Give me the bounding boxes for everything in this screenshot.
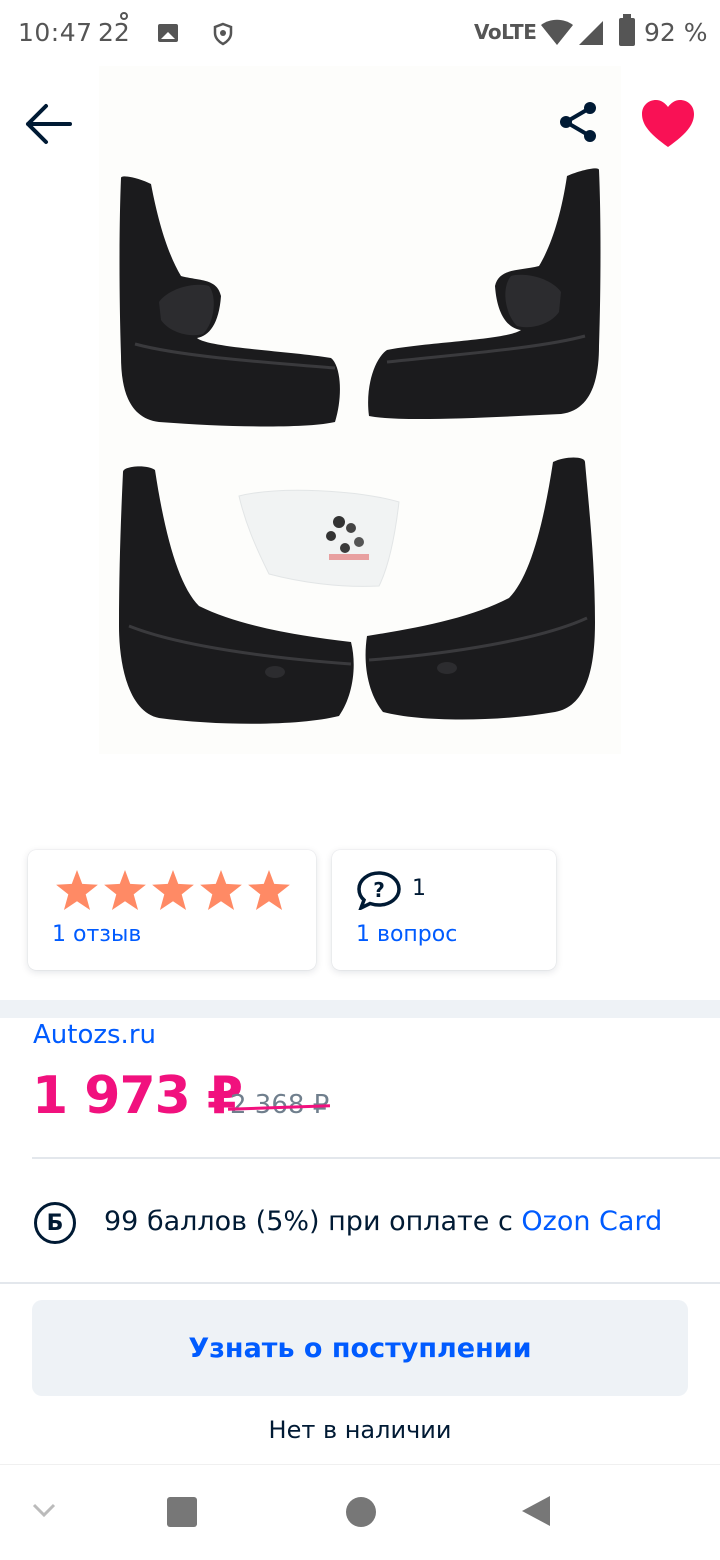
ozon-card-link[interactable]: Ozon Card (521, 1206, 662, 1237)
bonus-text: 99 баллов (5%) при оплате с (104, 1206, 522, 1237)
chevron-down-icon[interactable] (30, 1496, 58, 1524)
mudflaps-illustration (119, 168, 601, 724)
star-icon (56, 870, 98, 910)
nav-back-triangle-icon[interactable] (520, 1494, 552, 1528)
shield-icon (213, 22, 233, 46)
volte-indicator: VoLTE (474, 20, 537, 44)
question-bubble-icon: ? (357, 871, 401, 910)
star-icon (152, 870, 194, 910)
battery-icon (619, 14, 635, 46)
heart-icon (642, 100, 694, 147)
current-price: 1 973 ₽ (32, 1066, 243, 1126)
signal-icon (579, 21, 603, 45)
status-time: 10:47 (18, 18, 93, 47)
notify-when-available-button[interactable]: Узнать о поступлении (32, 1300, 688, 1396)
battery-percent: 92 % (644, 18, 708, 47)
seller-link[interactable]: Autozs.ru (33, 1020, 156, 1050)
status-temperature: 22 (98, 18, 130, 47)
arrow-left-icon (26, 104, 72, 144)
divider (0, 1282, 720, 1284)
star-icon (248, 870, 290, 910)
wifi-icon (541, 19, 573, 45)
questions-link[interactable]: 1 вопрос (356, 922, 457, 947)
product-image[interactable] (99, 66, 621, 754)
image-notification-icon (158, 24, 178, 42)
section-divider (0, 1000, 720, 1018)
home-button[interactable] (346, 1497, 376, 1527)
questions-card[interactable]: ? 1 1 вопрос (332, 850, 556, 970)
favorite-button[interactable] (638, 94, 698, 154)
reviews-link[interactable]: 1 отзыв (52, 922, 141, 947)
bonus-info: 99 баллов (5%) при оплате с Ozon Card (104, 1206, 662, 1237)
rating-stars (56, 870, 290, 910)
share-icon (560, 102, 596, 142)
questions-count: 1 (412, 876, 426, 901)
svg-text:?: ? (373, 878, 385, 902)
star-icon (104, 870, 146, 910)
star-icon (200, 870, 242, 910)
bonus-points-icon: Б (34, 1202, 76, 1244)
divider (32, 1157, 720, 1159)
share-button[interactable] (550, 94, 606, 150)
reviews-card[interactable]: 1 отзыв (28, 850, 316, 970)
recent-apps-button[interactable] (167, 1497, 197, 1527)
back-button[interactable] (20, 96, 76, 152)
stock-status: Нет в наличии (268, 1416, 452, 1444)
degree-icon (120, 12, 128, 20)
